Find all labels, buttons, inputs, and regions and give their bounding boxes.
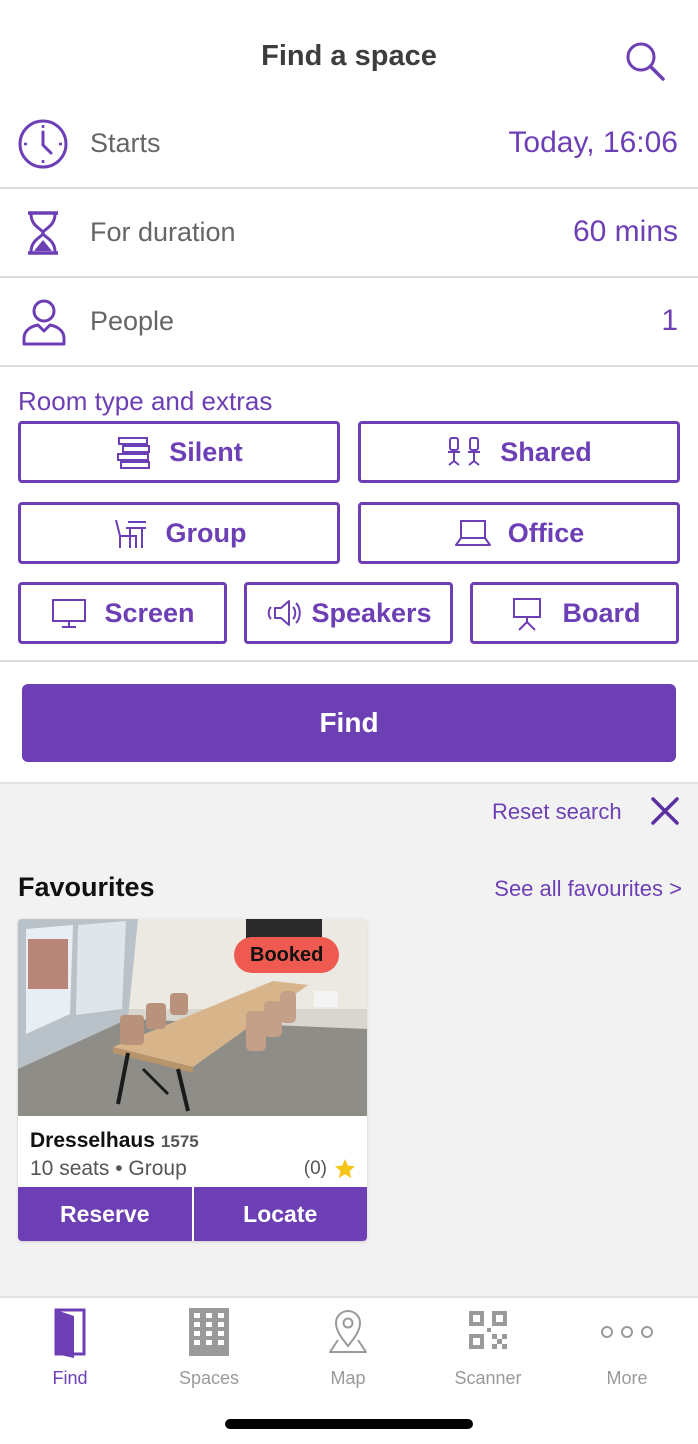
room-name-text: Dresselhaus (30, 1129, 155, 1152)
group-label: Group (165, 517, 247, 548)
tab-scanner[interactable]: Scanner (428, 1306, 548, 1389)
speakers-chip[interactable]: Speakers (244, 582, 453, 644)
room-number: 1575 (160, 1132, 199, 1151)
desk-chair-icon (114, 519, 146, 548)
header: Find a space (0, 0, 698, 104)
silent-chip[interactable]: Silent (18, 421, 340, 483)
search-icon[interactable] (622, 38, 668, 84)
favourite-card[interactable]: Booked Dresselhaus 1575 10 seats • Group … (18, 919, 367, 1241)
extras-title: Room type and extras (18, 386, 273, 416)
silent-label: Silent (169, 436, 243, 467)
laptop-icon (454, 520, 491, 546)
screen-label: Screen (104, 597, 195, 628)
duration-row[interactable]: For duration 60 mins (0, 189, 698, 278)
reset-search-link[interactable]: Reset search (492, 799, 622, 825)
booked-badge: Booked (234, 937, 340, 973)
duration-label: For duration (90, 217, 236, 247)
locate-button[interactable]: Locate (191, 1187, 368, 1241)
tab-more-label: More (606, 1368, 648, 1388)
close-icon[interactable] (650, 796, 680, 826)
page-title: Find a space (261, 40, 437, 72)
starts-label: Starts (90, 128, 161, 158)
books-icon (117, 437, 151, 469)
reserve-button[interactable]: Reserve (18, 1187, 192, 1241)
shared-chip[interactable]: Shared (358, 421, 680, 483)
chairs-icon (448, 437, 481, 466)
tab-spaces[interactable]: Spaces (149, 1306, 269, 1389)
tab-find[interactable]: Find (10, 1306, 130, 1389)
presentation-board-icon (513, 598, 542, 631)
rating-count: (0) (303, 1158, 327, 1179)
people-value[interactable]: 1 (661, 304, 678, 338)
door-icon (54, 1308, 86, 1358)
map-pin-icon (329, 1310, 367, 1353)
office-chip[interactable]: Office (358, 502, 680, 564)
tab-find-label: Find (52, 1368, 88, 1388)
favourites-title: Favourites (18, 872, 155, 902)
tab-map-label: Map (330, 1368, 366, 1388)
hourglass-icon (28, 211, 58, 255)
building-icon (189, 1308, 229, 1356)
shared-label: Shared (500, 436, 592, 467)
duration-value[interactable]: 60 mins (573, 215, 678, 249)
tab-map[interactable]: Map (288, 1306, 408, 1389)
tab-more[interactable]: More (567, 1306, 687, 1389)
tab-spaces-label: Spaces (178, 1368, 240, 1388)
starts-row[interactable]: Starts Today, 16:06 (0, 100, 698, 189)
divider (0, 660, 698, 662)
board-label: Board (562, 597, 641, 628)
screen-chip[interactable]: Screen (18, 582, 227, 644)
room-meta: 10 seats • Group (30, 1157, 187, 1180)
room-rating: (0) (304, 1157, 357, 1181)
group-chip[interactable]: Group (18, 502, 340, 564)
card-actions: Reserve Locate (18, 1187, 367, 1241)
home-indicator (225, 1419, 473, 1429)
speaker-icon (268, 600, 302, 626)
clock-icon (18, 119, 68, 169)
starts-value[interactable]: Today, 16:06 (508, 126, 678, 160)
people-label: People (90, 306, 175, 336)
office-label: Office (507, 517, 585, 548)
see-all-favourites-link[interactable]: See all favourites > (494, 876, 682, 902)
board-chip[interactable]: Board (470, 582, 679, 644)
tab-scanner-label: Scanner (454, 1368, 522, 1388)
more-dots-icon (601, 1326, 653, 1338)
star-icon (335, 1159, 355, 1178)
person-icon (22, 299, 66, 346)
room-name: Dresselhaus 1575 (30, 1129, 199, 1153)
qr-code-icon (469, 1311, 507, 1349)
find-button[interactable]: Find (22, 684, 676, 762)
people-row[interactable]: People 1 (0, 278, 698, 367)
monitor-icon (52, 599, 87, 628)
speakers-label: Speakers (311, 597, 432, 628)
